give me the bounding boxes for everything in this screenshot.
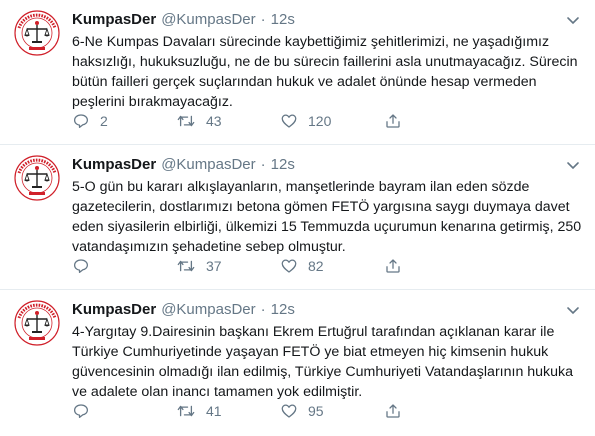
share-button[interactable]	[384, 257, 414, 275]
share-icon	[386, 114, 400, 128]
avatar[interactable]	[14, 155, 60, 201]
retweet-button[interactable]: 37	[176, 257, 280, 275]
tweet-header: KumpasDer @KumpasDer · 12s	[72, 298, 581, 320]
separator: ·	[260, 10, 266, 28]
share-button[interactable]	[384, 112, 414, 130]
tweet[interactable]: KumpasDer @KumpasDer · 12s 6-Ne Kumpas D…	[0, 0, 595, 145]
like-icon	[281, 259, 297, 273]
chevron-down-icon[interactable]	[565, 159, 581, 171]
share-icon	[386, 259, 400, 273]
like-count: 82	[308, 258, 324, 274]
avatar[interactable]	[14, 10, 60, 56]
retweet-count: 43	[206, 113, 222, 129]
separator: ·	[260, 155, 266, 173]
reply-button[interactable]	[72, 257, 176, 275]
like-button[interactable]: 95	[280, 402, 384, 420]
avatar[interactable]	[14, 300, 60, 346]
retweet-count: 41	[206, 403, 222, 419]
separator: ·	[260, 300, 266, 318]
reply-count: 2	[100, 113, 108, 129]
user-handle[interactable]: @KumpasDer	[161, 156, 255, 173]
tweet-header: KumpasDer @KumpasDer · 12s	[72, 153, 581, 175]
user-handle[interactable]: @KumpasDer	[161, 11, 255, 28]
kumpasder-logo-icon	[14, 300, 60, 346]
reply-icon	[73, 259, 89, 274]
share-icon	[386, 404, 400, 418]
chevron-down-icon[interactable]	[565, 304, 581, 316]
chevron-down-icon[interactable]	[565, 14, 581, 26]
tweet-actions: 2 43 120	[72, 112, 414, 130]
kumpasder-logo-icon	[14, 10, 60, 56]
timestamp[interactable]: 12s	[271, 156, 295, 173]
like-icon	[281, 114, 297, 128]
reply-button[interactable]	[72, 402, 176, 420]
tweet[interactable]: KumpasDer @KumpasDer · 12s 5-O gün bu ka…	[0, 145, 595, 290]
tweet-text: 5-O gün bu kararı alkışlayanların, manşe…	[72, 179, 582, 255]
tweet-text: 4-Yargıtay 9.Dairesinin başkanı Ekrem Er…	[72, 324, 574, 400]
reply-icon	[73, 114, 89, 129]
retweet-icon	[177, 115, 195, 127]
tweet-actions: 37 82	[72, 257, 414, 275]
retweet-button[interactable]: 41	[176, 402, 280, 420]
tweet-header: KumpasDer @KumpasDer · 12s	[72, 8, 581, 30]
user-handle[interactable]: @KumpasDer	[161, 301, 255, 318]
retweet-count: 37	[206, 258, 222, 274]
share-button[interactable]	[384, 402, 414, 420]
retweet-button[interactable]: 43	[176, 112, 280, 130]
tweet-text: 6-Ne Kumpas Davaları sürecinde kaybettiğ…	[72, 34, 578, 110]
reply-icon	[73, 404, 89, 419]
timestamp[interactable]: 12s	[271, 301, 295, 318]
like-button[interactable]: 120	[280, 112, 384, 130]
kumpasder-logo-icon	[14, 155, 60, 201]
retweet-icon	[177, 405, 195, 417]
like-button[interactable]: 82	[280, 257, 384, 275]
display-name[interactable]: KumpasDer	[72, 156, 156, 173]
like-count: 120	[308, 113, 332, 129]
tweet-actions: 41 95	[72, 402, 414, 420]
timestamp[interactable]: 12s	[271, 11, 295, 28]
display-name[interactable]: KumpasDer	[72, 11, 156, 28]
like-icon	[281, 404, 297, 418]
tweet[interactable]: KumpasDer @KumpasDer · 12s 4-Yargıtay 9.…	[0, 290, 595, 435]
display-name[interactable]: KumpasDer	[72, 301, 156, 318]
like-count: 95	[308, 403, 324, 419]
reply-button[interactable]: 2	[72, 112, 176, 130]
retweet-icon	[177, 260, 195, 272]
